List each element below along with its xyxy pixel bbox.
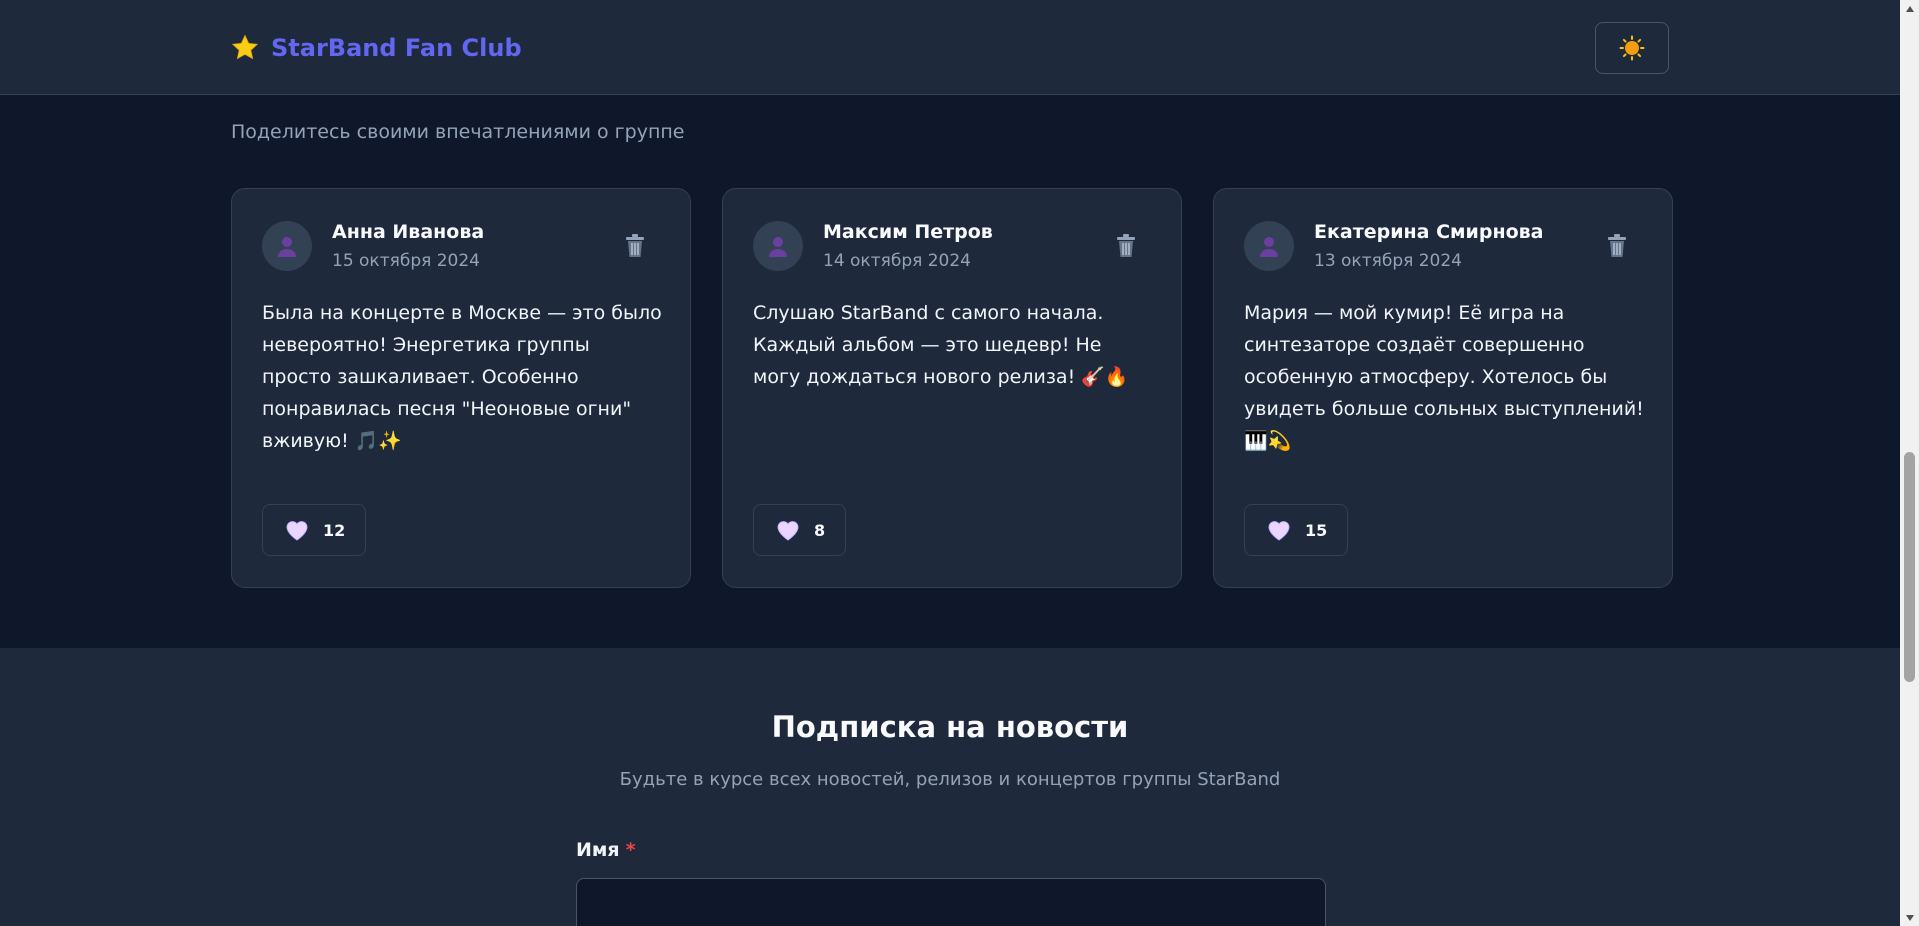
author-name: Екатерина Смирнова <box>1314 221 1544 243</box>
trash-icon <box>1117 234 1135 257</box>
review-text: Была на концерте в Москве — это было нев… <box>262 302 662 452</box>
star-icon <box>231 34 259 59</box>
page-scrollbar[interactable] <box>1900 0 1919 926</box>
brand-title: StarBand Fan Club <box>271 33 522 62</box>
theme-toggle-button[interactable] <box>1595 21 1669 74</box>
required-mark: * <box>625 839 636 861</box>
name-label-text: Имя <box>576 839 620 861</box>
scroll-up-arrow[interactable] <box>1900 0 1919 17</box>
trash-icon <box>626 234 644 257</box>
like-count: 12 <box>323 520 346 540</box>
reviews-subtitle: Поделитесь своими впечатлениями о группе <box>231 121 685 143</box>
review-date: 13 октября 2024 <box>1314 251 1463 271</box>
like-button[interactable]: 12 <box>262 504 367 556</box>
newsletter-subtitle: Будьте в курсе всех новостей, релизов и … <box>619 769 1281 790</box>
review-date: 15 октября 2024 <box>332 251 481 271</box>
user-icon <box>769 237 787 257</box>
delete-button[interactable] <box>620 231 650 261</box>
review-card: Максим Петров 14 октября 2024 Слушаю Sta… <box>722 188 1182 588</box>
reviews-section: Поделитесь своими впечатлениями о группе… <box>0 95 1900 648</box>
heart-icon <box>1268 521 1290 541</box>
review-cards: Анна Иванова 15 октября 2024 Была на кон… <box>231 188 1673 588</box>
review-card: Анна Иванова 15 октября 2024 Была на кон… <box>231 188 691 588</box>
review-date: 14 октября 2024 <box>823 251 972 271</box>
like-button[interactable]: 15 <box>1244 504 1349 556</box>
like-count: 8 <box>814 520 826 540</box>
review-text: Мария — мой кумир! Её игра на синтезатор… <box>1244 302 1644 452</box>
review-card-header: Максим Петров 14 октября 2024 <box>753 221 1151 271</box>
scrollbar-thumb[interactable] <box>1904 452 1915 682</box>
triangle-up-icon <box>1905 5 1914 12</box>
scroll-down-arrow[interactable] <box>1900 909 1919 926</box>
newsletter-section: Подписка на новости Будьте в курсе всех … <box>0 648 1900 926</box>
avatar <box>1244 221 1294 271</box>
brand-logo[interactable]: StarBand Fan Club <box>231 34 522 62</box>
heart-icon <box>777 521 799 541</box>
user-icon <box>1260 237 1278 257</box>
author-name: Максим Петров <box>823 221 993 243</box>
avatar <box>262 221 312 271</box>
page: Поделитесь своими впечатлениями о группе… <box>0 0 1919 926</box>
sun-icon <box>1619 35 1645 60</box>
user-icon <box>278 237 296 257</box>
name-field-label: Имя * <box>576 839 636 861</box>
author-name: Анна Иванова <box>332 221 485 243</box>
trash-icon <box>1608 234 1626 257</box>
site-header: StarBand Fan Club <box>0 0 1900 95</box>
heart-icon <box>286 521 308 541</box>
like-count: 15 <box>1305 520 1328 540</box>
delete-button[interactable] <box>1111 231 1141 261</box>
name-input[interactable] <box>576 878 1326 926</box>
review-card-header: Екатерина Смирнова 13 октября 2024 <box>1244 221 1642 271</box>
review-card: Екатерина Смирнова 13 октября 2024 Мария… <box>1213 188 1673 588</box>
avatar <box>753 221 803 271</box>
review-card-header: Анна Иванова 15 октября 2024 <box>262 221 660 271</box>
like-button[interactable]: 8 <box>753 504 847 556</box>
delete-button[interactable] <box>1602 231 1632 261</box>
newsletter-title: Подписка на новости <box>771 710 1129 744</box>
review-text: Слушаю StarBand с самого начала. Каждый … <box>753 302 1129 388</box>
triangle-down-icon <box>1905 914 1914 921</box>
